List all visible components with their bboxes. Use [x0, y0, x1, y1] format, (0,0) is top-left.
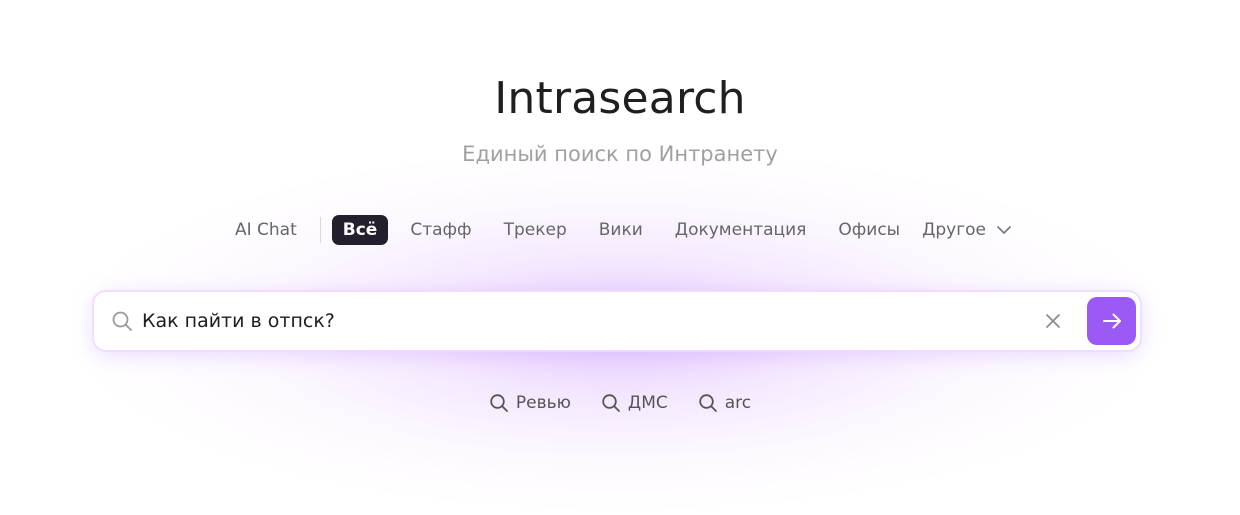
search-input[interactable]	[142, 302, 1022, 340]
suggestion-label: Ревью	[515, 393, 571, 413]
search-suggestions: Ревью ДМС arc	[0, 388, 1240, 418]
search-icon	[699, 394, 717, 412]
search-submit-button[interactable]	[1087, 297, 1136, 345]
tab-all[interactable]: Всё	[331, 215, 389, 245]
tab-wiki[interactable]: Вики	[588, 215, 654, 245]
suggestion-label: ДМС	[627, 393, 668, 413]
suggestion-review[interactable]: Ревью	[489, 393, 571, 413]
chevron-down-icon	[997, 226, 1011, 234]
tab-other-dropdown[interactable]: Другое	[911, 215, 1016, 245]
tabs-divider	[319, 217, 321, 243]
tab-offices[interactable]: Офисы	[827, 215, 911, 245]
tab-other-label: Другое	[922, 220, 987, 240]
page-subtitle: Единый поиск по Интранету	[462, 142, 778, 166]
page-title: Intrasearch	[494, 73, 746, 124]
tab-ai-chat[interactable]: AI Chat	[224, 215, 308, 245]
close-icon[interactable]	[1042, 310, 1064, 332]
suggestion-arc[interactable]: arc	[698, 393, 751, 413]
suggestion-label: arc	[724, 393, 752, 413]
arrow-right-icon	[1102, 313, 1121, 329]
tab-documentation[interactable]: Документация	[664, 215, 818, 245]
suggestion-dms[interactable]: ДМС	[601, 393, 668, 413]
search-icon	[602, 394, 620, 412]
tab-staff[interactable]: Стафф	[399, 215, 482, 245]
search-scope-tabs: AI Chat Всё Стафф Трекер Вики Документац…	[0, 212, 1240, 248]
search-icon	[490, 394, 508, 412]
search-icon	[112, 311, 132, 331]
search-box	[94, 292, 1140, 350]
tab-tracker[interactable]: Трекер	[493, 215, 578, 245]
